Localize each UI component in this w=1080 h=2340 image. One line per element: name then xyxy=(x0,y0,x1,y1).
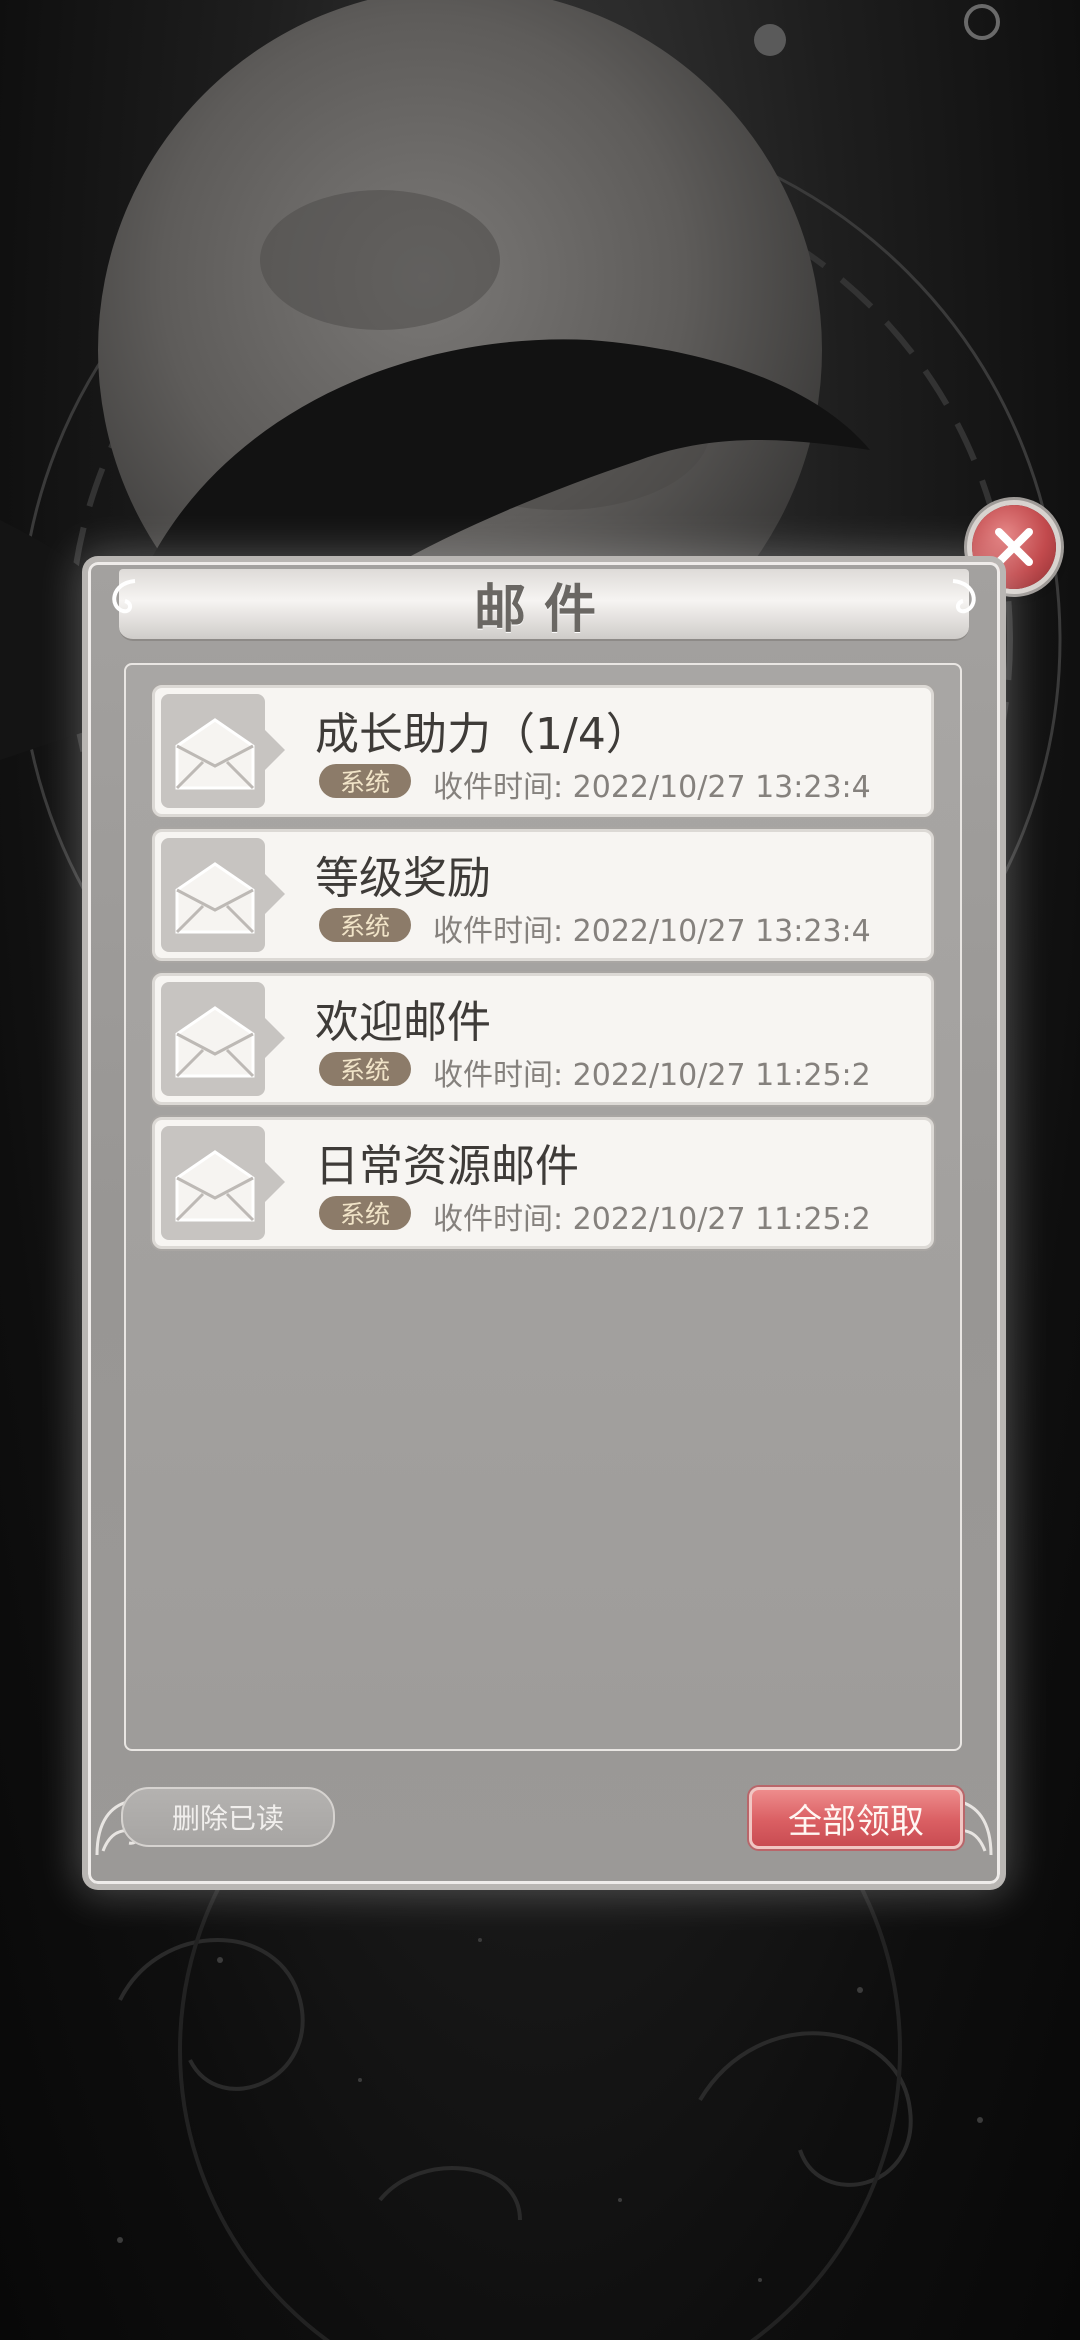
mail-list: 成长助力（1/4） 系统 收件时间: 2022/10/27 13:23:4 等级… xyxy=(124,663,962,1751)
mail-received-time: 收件时间: 2022/10/27 13:23:4 xyxy=(433,770,871,805)
mail-tag-badge: 系统 xyxy=(319,1052,411,1086)
mail-item[interactable]: 等级奖励 系统 收件时间: 2022/10/27 13:23:4 xyxy=(152,829,934,961)
mail-item[interactable]: 成长助力（1/4） 系统 收件时间: 2022/10/27 13:23:4 xyxy=(152,685,934,817)
mail-received-time: 收件时间: 2022/10/27 13:23:4 xyxy=(433,914,871,949)
mail-icon-frame xyxy=(161,982,265,1096)
mail-received-time: 收件时间: 2022/10/27 11:25:2 xyxy=(433,1058,871,1093)
mail-icon-frame xyxy=(161,694,265,808)
envelope-icon xyxy=(175,862,255,934)
delete-read-button[interactable]: 删除已读 xyxy=(121,1787,335,1847)
mail-title: 欢迎邮件 xyxy=(315,997,491,1048)
mail-title: 成长助力（1/4） xyxy=(315,709,650,760)
mail-title: 等级奖励 xyxy=(315,853,491,904)
page-title: 邮件 xyxy=(473,578,614,640)
claim-all-button[interactable]: 全部领取 xyxy=(749,1787,963,1849)
envelope-icon xyxy=(175,718,255,790)
mail-tag-badge: 系统 xyxy=(319,1196,411,1230)
envelope-icon xyxy=(175,1006,255,1078)
mail-title: 日常资源邮件 xyxy=(315,1141,579,1192)
mail-tag-badge: 系统 xyxy=(319,908,411,942)
mail-tag-badge: 系统 xyxy=(319,764,411,798)
mail-item[interactable]: 欢迎邮件 系统 收件时间: 2022/10/27 11:25:2 xyxy=(152,973,934,1105)
mail-icon-frame xyxy=(161,1126,265,1240)
envelope-icon xyxy=(175,1150,255,1222)
title-bar: 邮件 xyxy=(112,569,976,641)
title-ornament-left-icon xyxy=(112,579,136,614)
mail-item[interactable]: 日常资源邮件 系统 收件时间: 2022/10/27 11:25:2 xyxy=(152,1117,934,1249)
mail-icon-frame xyxy=(161,838,265,952)
title-ornament-right-icon xyxy=(952,579,976,614)
mail-received-time: 收件时间: 2022/10/27 11:25:2 xyxy=(433,1202,871,1237)
mail-dialog: 邮件 成长助力（1/4） 系统 收件时间: 2022/10/27 13:23:4 xyxy=(88,562,1000,1884)
